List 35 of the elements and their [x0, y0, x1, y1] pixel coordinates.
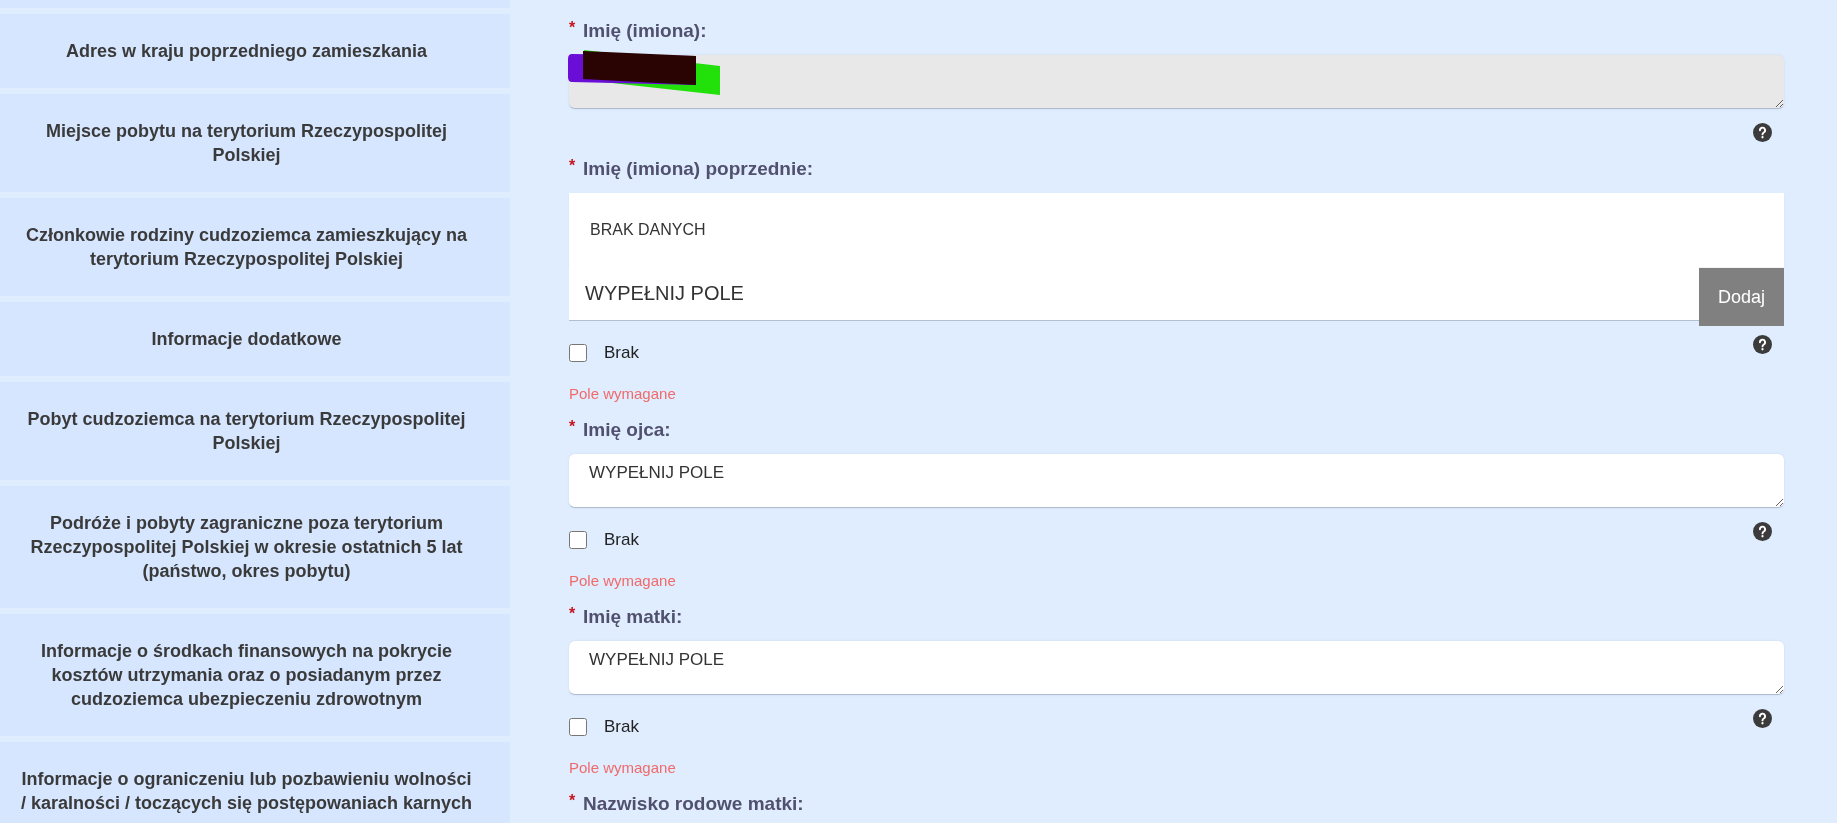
text-area[interactable]: WYPEŁNIJ POLE	[569, 641, 1784, 695]
required-asterisk: *	[569, 158, 577, 174]
required-asterisk: *	[569, 793, 577, 809]
add-button[interactable]: Dodaj	[1699, 267, 1784, 326]
sidebar-item[interactable]: Podróże i pobyty zagraniczne poza terytorium Rzeczypospolitej Polskiej w okresie ostatnich 5 lat (państwo, okres pobytu)	[0, 486, 510, 608]
error-message: Pole wymagane	[569, 385, 677, 403]
checkbox-label: Brak	[604, 717, 639, 737]
sidebar-item[interactable]: Miejsce pobytu na terytorium Rzeczypospolitej Polskiej	[0, 94, 510, 192]
required-asterisk: *	[569, 606, 577, 622]
text-area[interactable]: WYPEŁNIJ POLE	[569, 454, 1784, 508]
checkbox-label: Brak	[604, 343, 639, 363]
list-entry: BRAK DANYCH	[569, 193, 1784, 267]
checkbox[interactable]	[569, 344, 587, 362]
field-label: Imię (imiona) poprzednie:	[583, 158, 814, 180]
field-label: Nazwisko rodowe matki:	[583, 793, 804, 815]
checkbox-label: Brak	[604, 530, 639, 550]
sidebar-item[interactable]: Informacje dodatkowe	[0, 302, 510, 376]
field-label: Imię matki:	[583, 606, 683, 628]
help-icon[interactable]	[1753, 335, 1772, 354]
required-asterisk: *	[569, 419, 577, 435]
sidebar-item[interactable]: Informacje o ograniczeniu lub pozbawieniu wolności / karalności / toczących się postępowaniach karnych	[0, 742, 510, 823]
checkbox[interactable]	[569, 718, 587, 736]
sidebar-item[interactable]: Członkowie rodziny cudzoziemca zamieszkujący na terytorium Rzeczypospolitej Polskiej	[0, 198, 510, 296]
required-asterisk: *	[569, 20, 577, 36]
error-message: Pole wymagane	[569, 759, 677, 777]
input-field[interactable]: WYPEŁNIJ POLE	[569, 267, 1699, 321]
field-label: Imię (imiona):	[583, 20, 707, 42]
sidebar-item[interactable]: Informacje o środkach finansowych na pokrycie kosztów utrzymania oraz o posiadanym przez cudzoziemca ubezpieczeniu zdrowotnym	[0, 614, 510, 736]
help-icon[interactable]	[1753, 709, 1772, 728]
sidebar-item[interactable]: Adres w kraju poprzedniego zamieszkania	[0, 14, 510, 88]
checkbox[interactable]	[569, 531, 587, 549]
sidebar-item[interactable]: Pobyt cudzoziemca na terytorium Rzeczypospolitej Polskiej	[0, 382, 510, 480]
help-icon[interactable]	[1753, 522, 1772, 541]
field-label: Imię ojca:	[583, 419, 671, 441]
error-message: Pole wymagane	[569, 572, 677, 590]
